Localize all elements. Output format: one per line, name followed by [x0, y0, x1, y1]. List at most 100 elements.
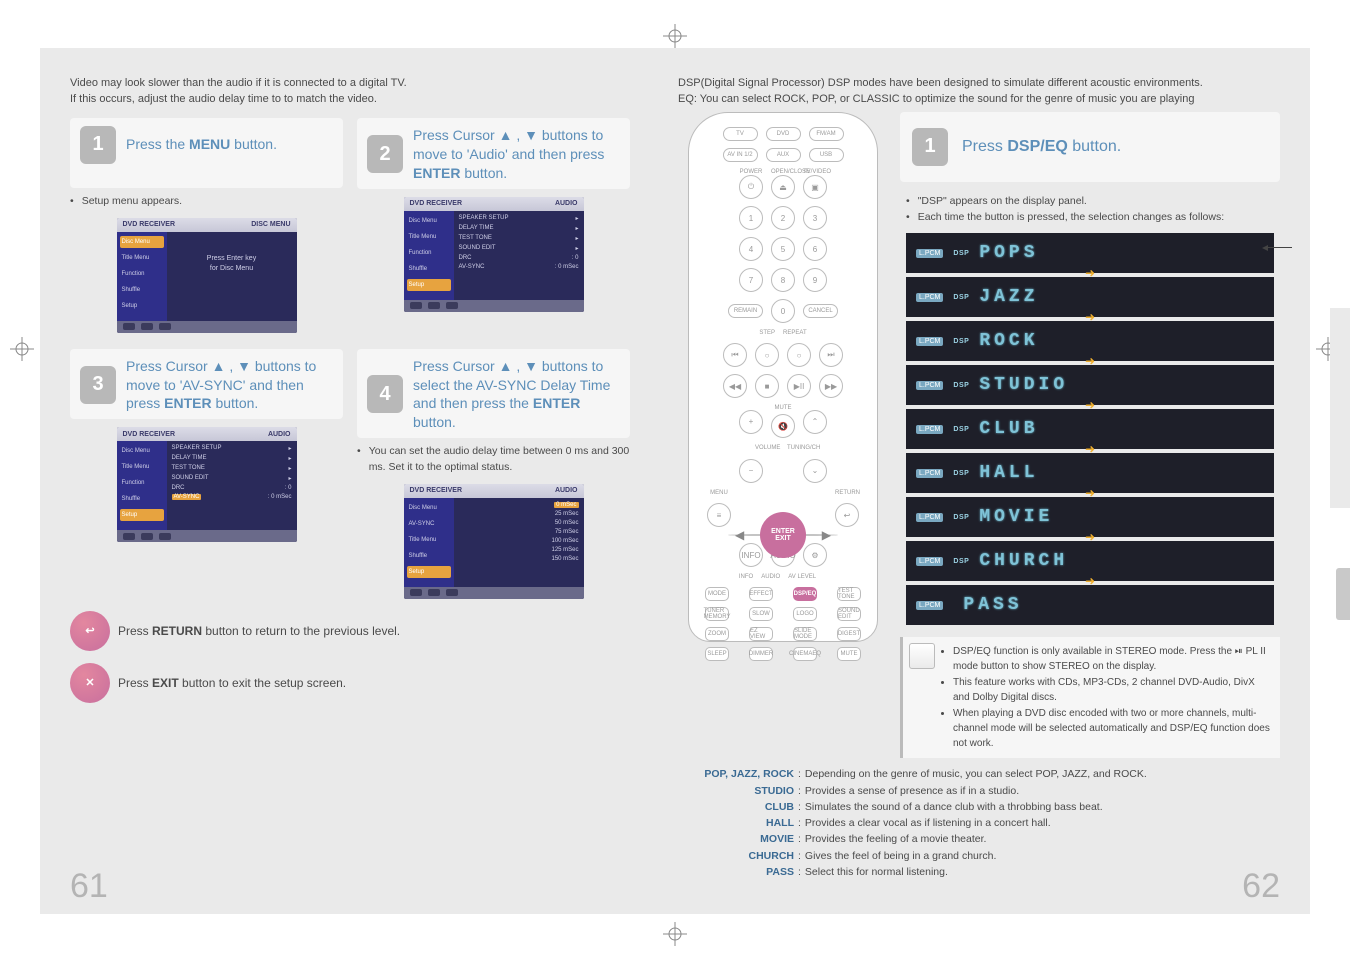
note-item: This feature works with CDs, MP3-CDs, 2 …: [953, 675, 1272, 705]
down-arrow-icon: ➜: [1085, 446, 1095, 452]
step-3-headline: Press Cursor ▲ , ▼ buttons to move to 'A…: [126, 357, 333, 414]
down-arrow-icon: ➜: [1085, 534, 1095, 540]
step-4-footnote: You can set the audio delay time between…: [369, 444, 630, 476]
dsp-row-hall: L.PCM DSP HALL ➜: [906, 453, 1274, 493]
crop-mark-left: [10, 337, 34, 361]
right-step-notes: "DSP" appears on the display panel. Each…: [900, 190, 1280, 226]
down-arrow-icon: ➜: [1085, 578, 1095, 584]
right-step-1-number: 1: [912, 128, 948, 166]
stop-icon: ■: [755, 374, 779, 398]
ezview-button: EZ VIEW: [749, 627, 773, 641]
return-icon: ↩: [85, 624, 94, 637]
dsp-eq-button: DSP/EQ: [793, 587, 817, 601]
return-button-icon: ↩: [70, 611, 110, 651]
side-tab-cutout: [1330, 308, 1350, 508]
rev-icon: ◀◀: [723, 374, 747, 398]
return-note-row: ↩ Press RETURN button to return to the p…: [70, 611, 630, 651]
step-2-headline: Press Cursor ▲ , ▼ buttons to move to 'A…: [413, 126, 620, 183]
step-2-number: 2: [367, 135, 403, 173]
logo-button: LOGO: [793, 607, 817, 621]
manual-spread: Setting the AV SYNC Video may look slowe…: [0, 0, 1350, 954]
step-3-number: 3: [80, 366, 116, 404]
step-1: 1 Press the MENU button. Setup menu appe…: [70, 118, 343, 333]
nav-pad: ▲ ▼ ◀ ▶ ENTER EXIT: [728, 534, 838, 536]
note-item: When playing a DVD disc encoded with two…: [953, 706, 1272, 751]
dsp-row-club: L.PCM DSP CLUB ➜: [906, 409, 1274, 449]
right-intro-line-1: DSP(Digital Signal Processor) DSP modes …: [678, 76, 1280, 92]
mode-button: MODE: [705, 587, 729, 601]
step-1-osd: DVD RECEIVERDISC MENU Disc Menu Title Me…: [117, 218, 297, 333]
fwd-icon: ▶▶: [819, 374, 843, 398]
repeat-button: ○: [787, 343, 811, 367]
arrow-right-icon: ▶: [822, 528, 831, 542]
remote-pill-avin: AV IN 1/2: [723, 148, 758, 162]
gear-icon: ⚙: [803, 543, 827, 567]
tune-down-icon: ⌄: [803, 459, 827, 483]
enter-button: ENTER EXIT: [760, 512, 806, 558]
left-intro-line-1: Video may look slower than the audio if …: [70, 76, 630, 92]
dsp-row-jazz: L.PCM DSP JAZZ ➜: [906, 277, 1274, 317]
down-arrow-icon: ➜: [1085, 358, 1095, 364]
remote-bottom-grid: MODE EFFECT DSP/EQ TEST TONE TUNER MEMOR…: [699, 587, 867, 661]
note-block: DSP/EQ function is only available in STE…: [900, 637, 1280, 758]
playpause-icon: ▶II: [787, 374, 811, 398]
step-4-number: 4: [367, 375, 403, 413]
tvvideo-icon: ▣: [803, 175, 827, 199]
step-1-headline: Press the MENU button.: [126, 135, 277, 154]
soundedit-button: SOUND EDIT: [837, 607, 861, 621]
exit-note-row: ✕ Press EXIT button to exit the setup sc…: [70, 663, 630, 703]
eject-icon: ⏏: [771, 175, 795, 199]
left-steps-grid: 1 Press the MENU button. Setup menu appe…: [70, 118, 630, 599]
page-number-left: 61: [70, 867, 108, 906]
down-arrow-icon: ➜: [1085, 490, 1095, 496]
step-2-osd: DVD RECEIVERAUDIO Disc Menu Title Menu F…: [404, 197, 584, 312]
remote-pill-aux: AUX: [766, 148, 801, 162]
remote-pill-tv: TV: [723, 127, 758, 141]
dsp-row-rock: L.PCM DSP ROCK ➜: [906, 321, 1274, 361]
prev-icon: ⏮: [723, 343, 747, 367]
point-arrow-icon: [1268, 247, 1292, 248]
right-content-column: 1 Press DSP/EQ button. "DSP" appears on …: [900, 112, 1280, 759]
right-intro-line-2: EQ: You can select ROCK, POP, or CLASSIC…: [678, 92, 1280, 108]
side-thumb-tab: [1336, 568, 1350, 620]
tune-up-icon: ⌃: [803, 410, 827, 434]
slidemode-button: SLIDE MODE: [793, 627, 817, 641]
bullet-icon: [906, 194, 912, 210]
cinemaeq-button: CINEMAEQ: [793, 647, 817, 661]
return-icon: ↩: [835, 503, 859, 527]
info-button: INFO: [739, 543, 763, 567]
remain-button: REMAIN: [728, 304, 763, 318]
dsp-row-pass: L.PCM PASS: [906, 585, 1274, 625]
dsp-row-studio: L.PCM DSP STUDIO ➜: [906, 365, 1274, 405]
step-4: 4 Press Cursor ▲ , ▼ buttons to select t…: [357, 349, 630, 599]
crop-mark-top: [663, 24, 687, 48]
effect-button: EFFECT: [749, 587, 773, 601]
cancel-button: CANCEL: [803, 304, 838, 318]
exit-icon: ✕: [85, 676, 94, 689]
step-2: 2 Press Cursor ▲ , ▼ buttons to move to …: [357, 118, 630, 333]
sleep-button: SLEEP: [705, 647, 729, 661]
step-3-osd: DVD RECEIVERAUDIO Disc Menu Title Menu F…: [117, 427, 297, 542]
remote-control-diagram: TV DVD FM/AM AV IN 1/2 AUX USB POWER⏻ OP…: [688, 112, 878, 642]
digest-button: DIGEST: [837, 627, 861, 641]
remote-column: TV DVD FM/AM AV IN 1/2 AUX USB POWER⏻ OP…: [678, 112, 888, 642]
down-arrow-icon: ➜: [1085, 314, 1095, 320]
bullet-icon: [357, 444, 363, 476]
step-button: ○: [755, 343, 779, 367]
step-1-number: 1: [80, 126, 116, 164]
definition-list: POP, JAZZ, ROCK:Depending on the genre o…: [678, 766, 1280, 880]
power-icon: ⏻: [739, 175, 763, 199]
step-4-headline: Press Cursor ▲ , ▼ buttons to select the…: [413, 357, 620, 433]
slow-button: SLOW: [749, 607, 773, 621]
exit-button-icon: ✕: [70, 663, 110, 703]
menu-icon: ≡: [707, 503, 731, 527]
dsp-sequence: L.PCM DSP POPS ➜ L.PCM DSP JAZZ ➜: [900, 233, 1280, 625]
left-intro: Video may look slower than the audio if …: [70, 76, 630, 108]
dsp-row-church: L.PCM DSP CHURCH ➜: [906, 541, 1274, 581]
testtone-button: TEST TONE: [837, 587, 861, 601]
mute-button-sq: MUTE: [837, 647, 861, 661]
page-number-right: 62: [1242, 867, 1280, 906]
arrow-left-icon: ◀: [735, 528, 744, 542]
page-left: Setting the AV SYNC Video may look slowe…: [40, 48, 654, 914]
dsp-row-pops: L.PCM DSP POPS ➜: [906, 233, 1274, 273]
